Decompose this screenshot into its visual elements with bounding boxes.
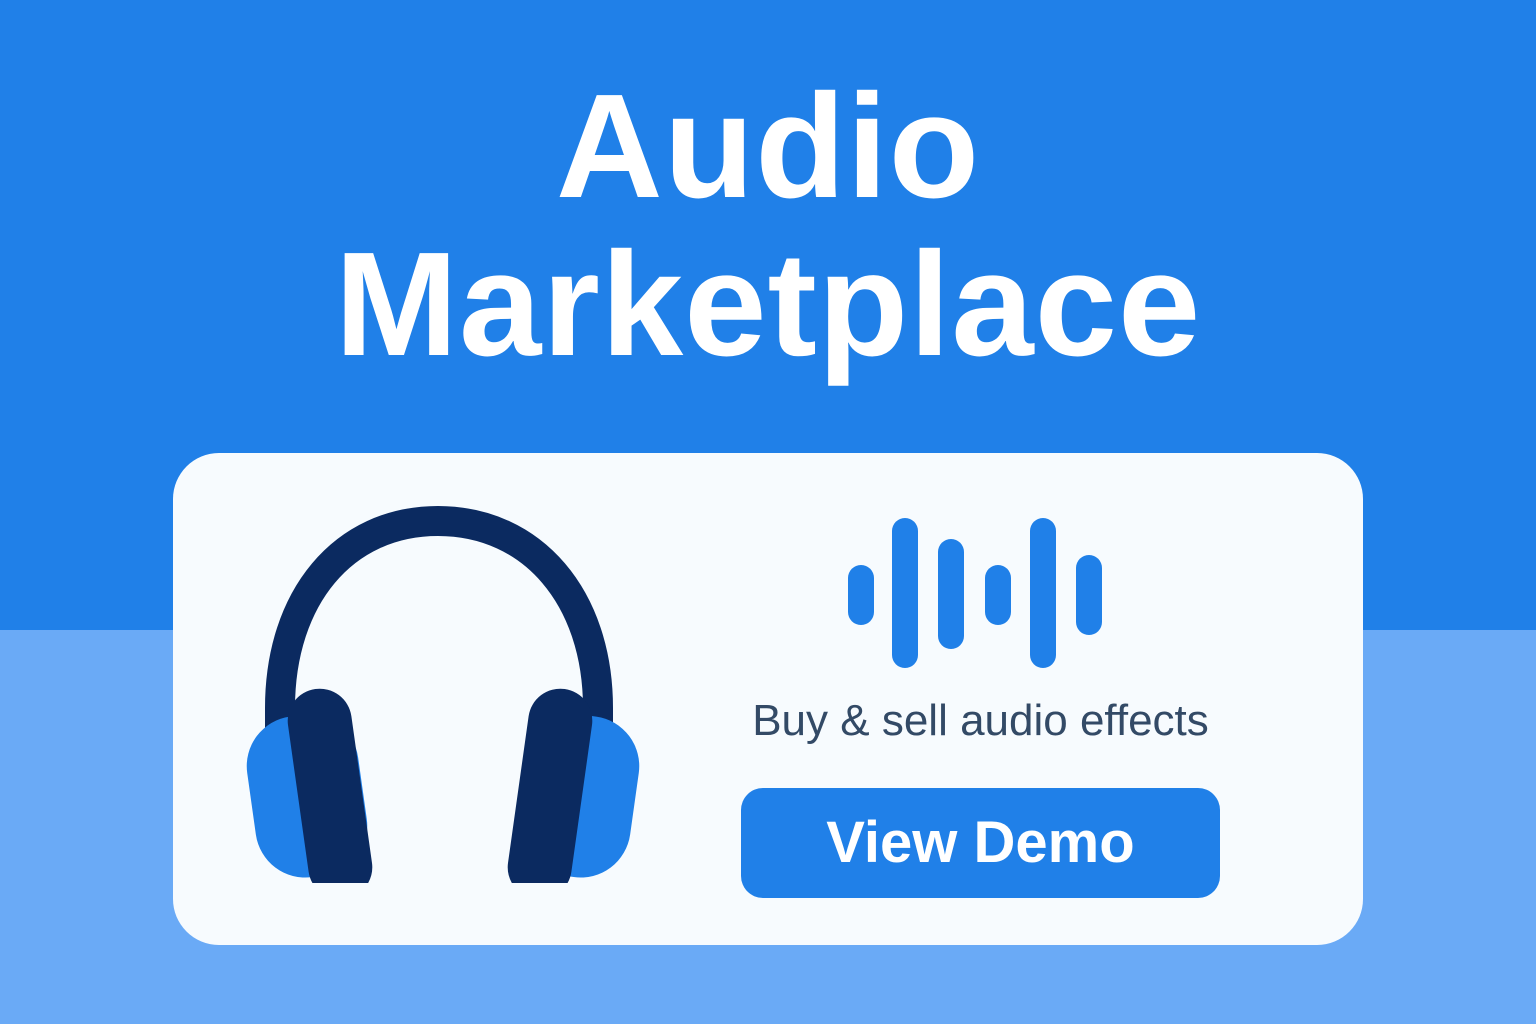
title-line-audio: Audio <box>555 64 981 229</box>
page-title: Audio Marketplace <box>0 68 1536 384</box>
view-demo-button[interactable]: View Demo <box>741 788 1220 898</box>
headphones-icon <box>246 505 640 883</box>
sound-wave-icon <box>848 518 1102 668</box>
tagline: Buy & sell audio effects <box>752 696 1209 745</box>
promo-card: Buy & sell audio effects View Demo <box>173 453 1363 945</box>
title-line-marketplace: Marketplace <box>334 222 1202 387</box>
